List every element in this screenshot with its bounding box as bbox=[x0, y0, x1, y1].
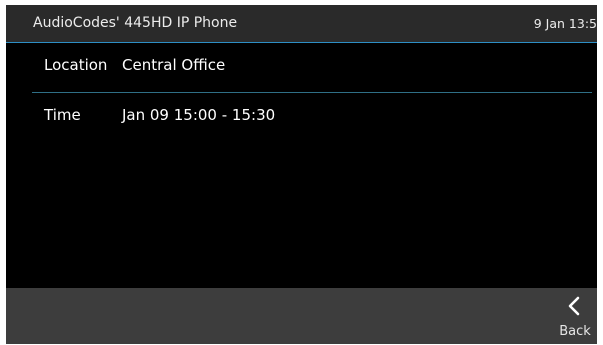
device-title: AudioCodes' 445HD IP Phone bbox=[33, 15, 238, 31]
detail-row-location: Location Central Office bbox=[6, 43, 597, 89]
back-button-label: Back bbox=[559, 324, 591, 339]
location-label: Location bbox=[44, 56, 108, 74]
location-value: Central Office bbox=[122, 56, 226, 74]
date-time-display: 9 Jan 13:5 bbox=[533, 16, 597, 31]
back-button[interactable]: Back bbox=[555, 294, 595, 342]
softkey-bar: Back bbox=[6, 288, 597, 344]
time-value: Jan 09 15:00 - 15:30 bbox=[122, 106, 276, 124]
phone-screen: AudioCodes' 445HD IP Phone 9 Jan 13:5 Lo… bbox=[6, 5, 597, 344]
detail-row-time: Time Jan 09 15:00 - 15:30 bbox=[6, 93, 597, 139]
chevron-left-icon bbox=[568, 296, 580, 316]
time-label: Time bbox=[44, 106, 81, 124]
status-header: AudioCodes' 445HD IP Phone 9 Jan 13:5 bbox=[6, 5, 597, 43]
